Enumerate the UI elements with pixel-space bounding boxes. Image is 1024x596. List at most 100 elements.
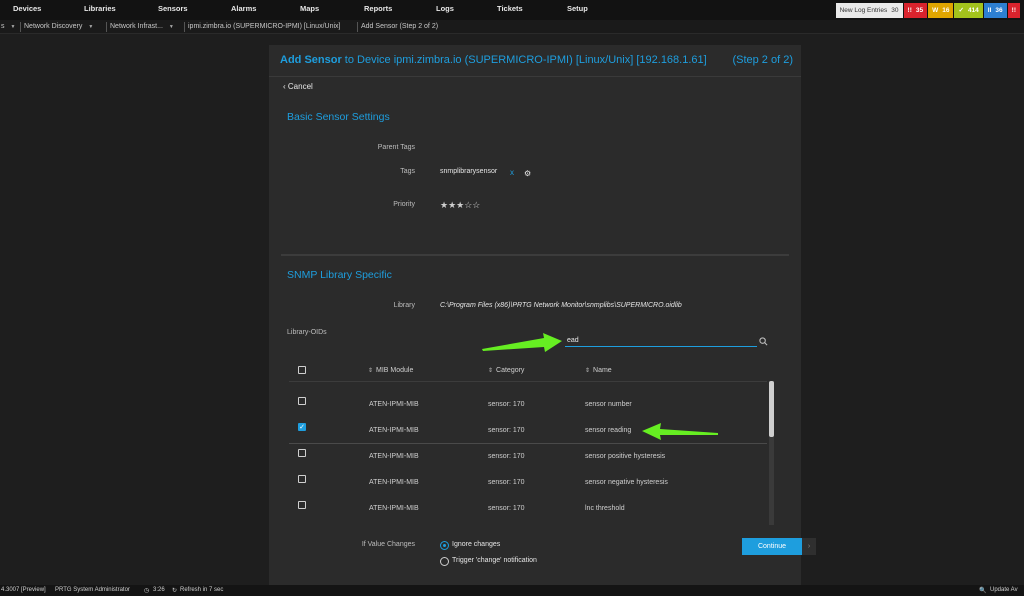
refresh-icon[interactable]: ↻ [172,587,177,594]
section-title-basic: Basic Sensor Settings [287,111,390,123]
breadcrumb-divider [106,22,107,32]
nav-logs[interactable]: Logs [436,4,454,13]
nav-devices[interactable]: Devices [13,4,41,13]
chevron-down-icon[interactable]: ▼ [88,24,93,30]
update-text[interactable]: Update Av [990,587,1018,593]
column-header-name[interactable]: ⇕ Name [585,367,612,374]
search-icon[interactable] [759,337,768,346]
table-row[interactable]: ATEN-IPMI-MIB sensor: 170 lnc threshold [289,496,767,522]
top-navigation-bar: Devices Libraries Sensors Alarms Maps Re… [0,0,1024,20]
cell-category: sensor: 170 [488,479,525,486]
warning-icon: W [932,7,939,14]
nav-reports[interactable]: Reports [364,4,392,13]
chevron-down-icon[interactable]: ▼ [11,24,16,30]
cell-mib: ATEN-IPMI-MIB [369,505,419,512]
breadcrumb-divider [184,22,185,32]
priority-label: Priority [393,201,415,208]
cell-category: sensor: 170 [488,453,525,460]
table-header-divider [289,381,767,382]
radio-trigger-change[interactable] [440,557,449,566]
new-log-count: 30 [891,7,899,14]
cell-name: lnc threshold [585,505,625,512]
oid-search-input[interactable]: ead [567,337,579,344]
panel-header: Add Sensor to Device ipmi.zimbra.io (SUP… [269,45,801,77]
cancel-link[interactable]: ‹ Cancel [283,82,313,91]
continue-button[interactable]: Continue [742,538,802,555]
alarm-badge-up[interactable]: ✓ 414 [954,3,983,18]
refresh-text[interactable]: Refresh in 7 sec [180,587,223,593]
tag-chip: snmplibrarysensor [440,168,498,175]
breadcrumb-item[interactable]: Network Infrast... ▼ [110,23,174,30]
cell-category: sensor: 170 [488,427,525,434]
table-row[interactable]: ATEN-IPMI-MIB sensor: 170 sensor negativ… [289,470,767,496]
radio-label-ignore[interactable]: Ignore changes [452,541,500,548]
badge-count: 35 [915,7,924,14]
cell-mib: ATEN-IPMI-MIB [369,427,419,434]
cell-mib: ATEN-IPMI-MIB [369,453,419,460]
priority-stars[interactable]: ★★★☆☆ [440,200,480,211]
breadcrumb-item[interactable]: Network Discovery ▼ [24,23,93,30]
row-checkbox[interactable] [298,475,306,483]
column-header-mib[interactable]: ⇕ MIB Module [368,367,413,374]
nav-alarms[interactable]: Alarms [231,4,256,13]
nav-sensors[interactable]: Sensors [158,4,188,13]
alarm-badge-down[interactable]: !! 35 [903,3,928,18]
alarm-badge-paused[interactable]: II 36 [983,3,1007,18]
gear-icon[interactable]: ⚙ [524,169,531,178]
nav-setup[interactable]: Setup [567,4,588,13]
tags-label: Tags [400,168,415,175]
new-log-entries-button[interactable]: New Log Entries 30 [835,3,903,18]
section-title-snmp: SNMP Library Specific [287,269,392,281]
breadcrumb-item[interactable]: ipmi.zimbra.io (SUPERMICRO-IPMI) [Linux/… [188,23,340,30]
version-text: 4.3007 [Preview] [1,587,46,593]
row-checkbox[interactable] [298,501,306,509]
checkmark-icon: ✓ [958,7,964,14]
if-value-changes-label: If Value Changes [361,541,415,548]
alarm-badge-unusual[interactable]: !! [1007,3,1020,18]
cell-name: sensor reading [585,427,632,434]
update-icon[interactable]: 🔍 [979,587,986,594]
select-all-checkbox[interactable] [298,366,306,374]
alarm-badge-warning[interactable]: W 16 [928,3,954,18]
alert-icon: !! [1011,7,1016,14]
clock-icon: ◷ [144,588,150,594]
cell-mib: ATEN-IPMI-MIB [369,479,419,486]
badge-count: 414 [967,7,979,14]
row-checkbox[interactable] [298,397,306,405]
table-row[interactable]: ATEN-IPMI-MIB sensor: 170 sensor number [289,392,767,418]
row-checkbox[interactable] [298,449,306,457]
time-text: 3:26 [153,587,165,593]
cell-name: sensor number [585,401,632,408]
row-checkbox-checked[interactable]: ✓ [298,423,306,431]
nav-maps[interactable]: Maps [300,4,319,13]
page-title: Add Sensor to Device ipmi.zimbra.io (SUP… [280,54,707,66]
user-name[interactable]: PRTG System Administrator [55,587,130,593]
cell-name: sensor negative hysteresis [585,479,668,486]
parent-tags-label: Parent Tags [377,144,415,151]
breadcrumb-item[interactable]: s ▼ [1,23,15,30]
step-indicator: (Step 2 of 2) [732,54,793,66]
column-header-category[interactable]: ⇕ Category [488,367,524,374]
badge-count: 36 [995,7,1003,14]
chevron-right-icon[interactable]: › [802,538,816,555]
section-divider [281,254,789,256]
cell-category: sensor: 170 [488,401,525,408]
radio-ignore-changes[interactable] [440,541,449,550]
breadcrumb-current: Add Sensor (Step 2 of 2) [361,23,439,30]
cell-category: sensor: 170 [488,505,525,512]
search-underline [565,346,757,347]
table-scrollbar-thumb[interactable] [769,381,774,437]
new-log-label: New Log Entries [839,7,888,14]
breadcrumb: s ▼ Network Discovery ▼ Network Infrast...… [0,20,1024,34]
library-label: Library [393,302,415,309]
tag-remove-icon[interactable]: x [510,168,514,177]
down-icon: !! [907,7,912,14]
nav-tickets[interactable]: Tickets [497,4,523,13]
radio-label-trigger[interactable]: Trigger 'change' notification [452,557,537,564]
library-path: C:\Program Files (x86)\PRTG Network Moni… [440,302,682,309]
table-row[interactable]: ATEN-IPMI-MIB sensor: 170 sensor positiv… [289,444,767,470]
chevron-down-icon[interactable]: ▼ [169,24,174,30]
table-row[interactable]: ✓ ATEN-IPMI-MIB sensor: 170 sensor readi… [289,418,767,444]
nav-libraries[interactable]: Libraries [84,4,116,13]
sort-icon: ⇕ [488,368,494,374]
